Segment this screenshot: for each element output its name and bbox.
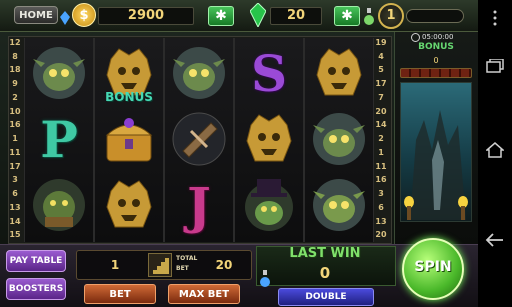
home-button[interactable]: HOME bbox=[14, 6, 58, 24]
payline-number: 9 bbox=[12, 79, 18, 89]
bonus-title: BONUS bbox=[418, 42, 454, 52]
spin-label: SPIN bbox=[414, 259, 452, 275]
stairs-icon bbox=[148, 253, 172, 277]
total-bet-label: TOTAL BET bbox=[176, 255, 198, 272]
letter-j-symbol: J bbox=[187, 175, 211, 235]
goblin-warrior-symbol bbox=[30, 176, 88, 234]
double-button[interactable]: DOUBLE bbox=[278, 288, 374, 306]
bonus-value: 0 bbox=[433, 56, 439, 65]
payline-number: 16 bbox=[9, 120, 21, 130]
coin-icon: $ bbox=[72, 3, 96, 27]
payline-number: 17 bbox=[9, 161, 21, 171]
payline-number: 2 bbox=[378, 134, 384, 144]
payline-number: 11 bbox=[375, 161, 387, 171]
goblin-symbol bbox=[310, 110, 368, 168]
payline-number: 2 bbox=[12, 92, 18, 102]
payline-number: 1 bbox=[378, 147, 384, 157]
payline-number: 20 bbox=[375, 230, 387, 240]
tied-scroll-symbol bbox=[170, 110, 228, 168]
torch-right-icon bbox=[456, 196, 470, 220]
payline-number: 4 bbox=[378, 51, 384, 61]
goblin-symbol bbox=[310, 176, 368, 234]
payline-number: 6 bbox=[378, 202, 384, 212]
torch-left-icon bbox=[402, 196, 416, 220]
lines-bet-value: 1 bbox=[110, 258, 120, 272]
line-count-value: 20 bbox=[286, 8, 306, 23]
payline-number: 17 bbox=[375, 79, 387, 89]
xp-progress-bar bbox=[406, 9, 464, 23]
payline-number: 7 bbox=[378, 92, 384, 102]
clock-icon bbox=[411, 33, 420, 42]
letter-s-symbol: S bbox=[250, 43, 288, 103]
payline-number: 13 bbox=[375, 216, 387, 226]
coin-balance-value: 2900 bbox=[127, 8, 165, 23]
payline-number: 19 bbox=[375, 38, 387, 47]
goblin-symbol bbox=[170, 44, 228, 102]
right-line-numbers: 19 4 5 17 7 20 14 2 1 11 16 3 6 13 20 bbox=[375, 38, 387, 244]
payline-number: 11 bbox=[9, 147, 21, 157]
bonus-progress-track bbox=[400, 68, 472, 78]
letter-p-symbol: P bbox=[40, 109, 78, 169]
emerald-icon bbox=[249, 2, 267, 29]
payline-number: 15 bbox=[9, 230, 21, 240]
payline-number: 10 bbox=[9, 106, 21, 116]
goblin-symbol bbox=[30, 44, 88, 102]
blue-gem-icon bbox=[60, 10, 70, 25]
bet-button[interactable]: BET bbox=[84, 284, 156, 304]
total-bet-value: 20 bbox=[215, 258, 233, 272]
potion-icon bbox=[260, 270, 270, 288]
golden-mask-symbol bbox=[310, 44, 368, 102]
payline-number: 6 bbox=[12, 189, 18, 199]
recent-apps-icon[interactable] bbox=[486, 58, 504, 73]
last-win-value: 0 bbox=[319, 264, 331, 282]
bonus-banner: BONUS bbox=[105, 90, 153, 104]
payline-number: 20 bbox=[375, 106, 387, 116]
payline-number: 3 bbox=[12, 175, 18, 185]
overflow-menu-icon[interactable] bbox=[489, 10, 501, 26]
payline-number: 1 bbox=[12, 134, 18, 144]
payline-number: 18 bbox=[9, 65, 21, 75]
golden-mask-symbol bbox=[100, 176, 158, 234]
payline-number: 13 bbox=[9, 202, 21, 212]
lines-decrease-button[interactable]: ✱ bbox=[208, 6, 234, 26]
payline-number: 3 bbox=[378, 189, 384, 199]
payline-number: 5 bbox=[378, 65, 384, 75]
lines-increase-button[interactable]: ✱ bbox=[334, 6, 360, 26]
potion-icon bbox=[364, 8, 374, 26]
golden-mask-symbol bbox=[240, 110, 298, 168]
treasure-chest-symbol bbox=[100, 110, 158, 168]
back-icon[interactable] bbox=[485, 232, 505, 247]
payline-number: 16 bbox=[375, 175, 387, 185]
payline-number: 14 bbox=[9, 216, 21, 226]
payline-number: 8 bbox=[12, 51, 18, 61]
left-line-numbers: 12 8 18 9 2 10 16 1 11 17 3 6 13 14 15 bbox=[9, 38, 21, 244]
payline-number: 14 bbox=[375, 120, 387, 130]
last-win-label: LAST WIN bbox=[289, 246, 361, 261]
home-nav-icon[interactable] bbox=[485, 142, 505, 158]
goblin-top-hat-symbol bbox=[240, 176, 298, 234]
boosters-button[interactable]: BOOSTERS bbox=[6, 278, 66, 300]
pay-table-button[interactable]: PAY TABLE bbox=[6, 250, 66, 272]
max-bet-button[interactable]: MAX BET bbox=[168, 284, 240, 304]
payline-number: 12 bbox=[9, 38, 21, 47]
level-value: 1 bbox=[386, 8, 396, 23]
